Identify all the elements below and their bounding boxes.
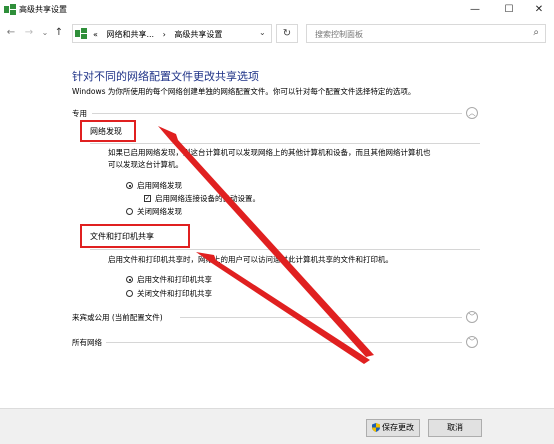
radio-network-discovery-off-label: 关闭网络发现 [137, 207, 182, 216]
minimize-button[interactable]: — [460, 0, 490, 20]
radio-selected-icon[interactable] [126, 182, 133, 189]
checkbox-checked-icon[interactable]: ✓ [144, 195, 151, 202]
radio-file-sharing-on[interactable]: 启用文件和打印机共享 [126, 274, 212, 285]
back-arrow-icon[interactable]: ← [4, 26, 18, 40]
maximize-button[interactable]: ☐ [494, 0, 524, 20]
network-app-icon [4, 4, 16, 15]
breadcrumb-advanced-sharing[interactable]: 高级共享设置 [174, 30, 222, 39]
expand-chevron-icon[interactable]: ﹀ [466, 336, 478, 348]
annotation-arrows [158, 126, 374, 364]
checkbox-auto-setup-label: 启用网络连接设备的自动设置。 [155, 194, 260, 203]
footer-bar: 保存更改 取消 [0, 408, 554, 444]
section-divider [106, 342, 462, 343]
radio-file-sharing-on-label: 启用文件和打印机共享 [137, 275, 212, 284]
uac-shield-icon [372, 423, 380, 432]
collapse-chevron-icon[interactable]: ︿ [466, 107, 478, 119]
network-discovery-title: 网络发现 [90, 127, 122, 136]
network-discovery-desc-1: 如果已启用网络发现，则这台计算机可以发现网络上的其他计算机和设备，而且其他网络计… [108, 148, 431, 157]
profile-private-label[interactable]: 专用 [72, 108, 87, 119]
breadcrumb-separator-icon: › [162, 30, 166, 39]
section-divider [92, 113, 462, 114]
section-divider [90, 249, 480, 250]
section-divider [180, 317, 462, 318]
radio-file-sharing-off-label: 关闭文件和打印机共享 [137, 289, 212, 298]
navigation-bar: ← → ⌄ ↑ « 网络和共享... › 高级共享设置 ⌄ ↻ 搜索控制面板 ⌕ [0, 22, 554, 48]
save-changes-button[interactable]: 保存更改 [366, 419, 420, 437]
expand-chevron-icon[interactable]: ﹀ [466, 311, 478, 323]
profile-all-label[interactable]: 所有网络 [72, 337, 102, 348]
close-button[interactable]: ✕ [524, 0, 554, 20]
up-arrow-icon[interactable]: ↑ [52, 26, 66, 40]
breadcrumb-overflow[interactable]: « [93, 30, 98, 39]
window-title: 高级共享设置 [19, 5, 67, 14]
file-printer-sharing-desc: 启用文件和打印机共享时，网络上的用户可以访问通过此计算机共享的文件和打印机。 [108, 255, 393, 264]
recent-locations-chevron-icon[interactable]: ⌄ [38, 26, 52, 40]
annotation-arrow-lower [196, 252, 370, 364]
refresh-button[interactable]: ↻ [276, 24, 298, 43]
section-divider [90, 143, 480, 144]
page-title: 针对不同的网络配置文件更改共享选项 [72, 70, 259, 83]
title-bar: 高级共享设置 — ☐ ✕ [0, 0, 554, 20]
radio-unselected-icon[interactable] [126, 208, 133, 215]
address-bar[interactable]: « 网络和共享... › 高级共享设置 ⌄ [72, 24, 272, 43]
radio-unselected-icon[interactable] [126, 290, 133, 297]
file-printer-sharing-title: 文件和打印机共享 [90, 232, 154, 241]
network-location-icon [75, 28, 87, 39]
search-icon[interactable]: ⌕ [533, 27, 539, 38]
cancel-button[interactable]: 取消 [428, 419, 482, 437]
search-input[interactable]: 搜索控制面板 [315, 29, 363, 40]
network-discovery-desc-2: 可以发现这台计算机。 [108, 160, 183, 169]
breadcrumb-network-sharing[interactable]: 网络和共享... [106, 30, 154, 39]
radio-network-discovery-off[interactable]: 关闭网络发现 [126, 206, 182, 217]
radio-network-discovery-on[interactable]: 启用网络发现 [126, 180, 182, 191]
page-description: Windows 为你所使用的每个网络创建单独的网络配置文件。你可以针对每个配置文… [72, 87, 416, 96]
radio-network-discovery-on-label: 启用网络发现 [137, 181, 182, 190]
radio-file-sharing-off[interactable]: 关闭文件和打印机共享 [126, 288, 212, 299]
save-changes-label: 保存更改 [382, 423, 414, 432]
breadcrumb: « 网络和共享... › 高级共享设置 [93, 29, 228, 40]
search-box[interactable]: 搜索控制面板 ⌕ [306, 24, 546, 43]
annotation-arrow-upper [158, 126, 374, 357]
address-dropdown-icon[interactable]: ⌄ [259, 28, 266, 37]
forward-arrow-icon[interactable]: → [22, 26, 36, 40]
profile-guest-label[interactable]: 来宾或公用 (当前配置文件) [72, 312, 163, 323]
radio-selected-icon[interactable] [126, 276, 133, 283]
checkbox-auto-setup[interactable]: ✓ 启用网络连接设备的自动设置。 [144, 193, 260, 204]
